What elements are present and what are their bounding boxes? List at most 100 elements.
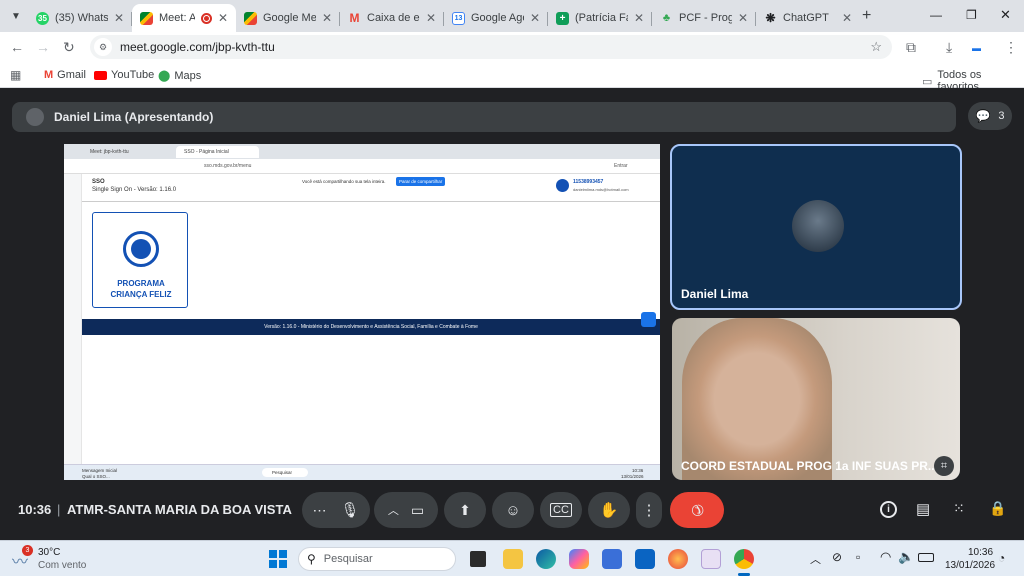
close-tab-icon[interactable]: ✕ bbox=[842, 11, 852, 25]
taskbar-date[interactable]: 13/01/2026 bbox=[945, 560, 995, 571]
gmail-icon: M bbox=[44, 69, 54, 81]
raise-hand-button[interactable]: ✋ bbox=[588, 492, 630, 528]
forward-arrow-icon[interactable]: → bbox=[36, 40, 50, 54]
tab-whatsapp[interactable]: 35 (35) WhatsA ✕ bbox=[28, 4, 132, 32]
tab-label: (35) WhatsA bbox=[55, 12, 108, 24]
downloads-icon[interactable]: ⤓ bbox=[946, 40, 952, 54]
apps-grid-icon[interactable]: ▦ bbox=[10, 68, 21, 82]
store-icon[interactable] bbox=[602, 549, 622, 569]
wifi-icon[interactable]: ◠ bbox=[880, 549, 891, 565]
chat-icon[interactable]: ▤ bbox=[916, 500, 930, 518]
new-tab-button[interactable]: + bbox=[862, 7, 871, 25]
url-text: meet.google.com/jbp-kvth-ttu bbox=[120, 40, 275, 54]
camera-icon[interactable]: ▭ bbox=[411, 502, 424, 519]
app-icon[interactable] bbox=[701, 549, 721, 569]
tab-label: Meet: AT bbox=[159, 12, 195, 24]
captions-icon: CC bbox=[550, 503, 572, 517]
tab-pcf[interactable]: ♣ PCF - Progra ✕ bbox=[652, 4, 756, 32]
close-tab-icon[interactable]: ✕ bbox=[634, 11, 644, 25]
reload-icon[interactable]: ↻ bbox=[63, 40, 75, 54]
participant-name: COORD ESTADUAL PROG 1a INF SUAS PR... bbox=[681, 459, 938, 473]
emoji-reactions-button[interactable]: ☺ bbox=[492, 492, 534, 528]
browser-tab-strip: ▼ 35 (35) WhatsA ✕ Meet: AT ✕ Google Mee… bbox=[0, 0, 1024, 32]
close-window-button[interactable]: ✕ bbox=[1000, 7, 1011, 23]
edge-icon[interactable] bbox=[536, 549, 556, 569]
captions-button[interactable]: CC bbox=[540, 492, 582, 528]
tab-calendar[interactable]: 13 Google Age ✕ bbox=[444, 4, 548, 32]
taskbar-search[interactable]: ⚲ Pesquisar bbox=[298, 547, 456, 571]
tab-google-meet[interactable]: Google Mee ✕ bbox=[236, 4, 340, 32]
gmail-icon: M bbox=[349, 11, 360, 25]
copilot-icon[interactable] bbox=[569, 549, 589, 569]
tab-chatgpt[interactable]: ❋ ChatGPT ✕ bbox=[756, 4, 860, 32]
mic-muted-icon[interactable]: ⊘ bbox=[832, 550, 842, 564]
participant-tile-daniel[interactable]: Daniel Lima bbox=[670, 144, 962, 310]
weather-widget[interactable]: 〰 3 30°C Com vento bbox=[12, 545, 122, 573]
taskbar-time[interactable]: 10:36 bbox=[968, 547, 993, 558]
close-tab-icon[interactable]: ✕ bbox=[530, 11, 540, 25]
notification-bell-icon[interactable]: ◔ bbox=[998, 551, 1005, 565]
present-screen-button[interactable]: ⬆ bbox=[444, 492, 486, 528]
volume-icon[interactable]: 🔈 bbox=[898, 549, 914, 565]
tab-gmail[interactable]: M Caixa de ent ✕ bbox=[340, 4, 444, 32]
participant-tile-coord[interactable]: COORD ESTADUAL PROG 1a INF SUAS PR... ⌗ bbox=[672, 318, 960, 480]
search-icon: ⚲ bbox=[307, 552, 316, 566]
tab-meet-active[interactable]: Meet: AT ✕ bbox=[132, 4, 236, 32]
shared-sidebar bbox=[64, 174, 82, 480]
profile-avatar-icon[interactable]: ▬ bbox=[972, 41, 981, 55]
bookmark-youtube[interactable]: YouTube bbox=[94, 69, 154, 81]
bookmark-maps[interactable]: ⬤ Maps bbox=[158, 69, 201, 83]
bookmark-gmail[interactable]: M Gmail bbox=[44, 69, 86, 81]
child-program-icon bbox=[123, 231, 159, 267]
chevron-up-icon[interactable]: ︿ bbox=[388, 502, 399, 518]
more-audio-options-icon[interactable]: ⋯ bbox=[312, 502, 326, 519]
more-vert-icon: ⋮ bbox=[641, 502, 657, 519]
presenter-label: Daniel Lima (Apresentando) bbox=[54, 110, 214, 124]
participant-name: Daniel Lima bbox=[681, 287, 749, 301]
outlook-icon[interactable] bbox=[635, 549, 655, 569]
back-arrow-icon[interactable]: ← bbox=[10, 40, 24, 54]
tab-sheets[interactable]: + (Patrícia Falc ✕ bbox=[548, 4, 652, 32]
emoji-icon: ☺ bbox=[505, 501, 521, 519]
leave-call-button[interactable]: ✆ bbox=[670, 492, 724, 528]
address-bar[interactable]: ⚙ meet.google.com/jbp-kvth-ttu ☆ bbox=[90, 35, 892, 59]
calendar-icon: 13 bbox=[452, 11, 465, 25]
close-tab-icon[interactable]: ✕ bbox=[218, 11, 228, 25]
shared-tab-sso: SSO - Página Inicial bbox=[176, 146, 259, 158]
battery-icon[interactable] bbox=[918, 553, 934, 562]
shared-tab-meet: Meet: jbp-kvth-ttu bbox=[90, 149, 129, 155]
camera-tray-icon[interactable]: ▫ bbox=[856, 550, 860, 564]
extensions-icon[interactable]: ⧉ bbox=[906, 40, 916, 54]
file-explorer-icon[interactable] bbox=[503, 549, 523, 569]
chrome-icon[interactable] bbox=[734, 549, 754, 569]
program-card: PROGRAMA CRIANÇA FELIZ bbox=[92, 212, 188, 308]
menu-kebab-icon[interactable]: ⋮ bbox=[1004, 40, 1018, 54]
chevron-up-icon[interactable]: ︿ bbox=[810, 551, 821, 567]
chat-people-icon: 💬 bbox=[975, 109, 991, 123]
meeting-details-icon[interactable]: i bbox=[880, 501, 897, 518]
site-info-icon[interactable]: ⚙ bbox=[94, 38, 112, 56]
tab-search-button[interactable]: ▼ bbox=[6, 6, 26, 26]
minimize-button[interactable]: — bbox=[930, 8, 942, 22]
start-windows-icon[interactable] bbox=[268, 549, 288, 569]
close-tab-icon[interactable]: ✕ bbox=[114, 11, 124, 25]
close-tab-icon[interactable]: ✕ bbox=[322, 11, 332, 25]
activities-icon[interactable]: ⁙ bbox=[953, 500, 965, 517]
host-controls-icon[interactable]: 🔒 bbox=[989, 500, 1006, 517]
end-call-icon: ✆ bbox=[686, 499, 708, 521]
sso-footer: Versão: 1.16.0 - Ministério do Desenvolv… bbox=[82, 319, 660, 335]
bookmark-star-icon[interactable]: ☆ bbox=[870, 39, 882, 55]
close-tab-icon[interactable]: ✕ bbox=[426, 11, 436, 25]
task-view-icon[interactable] bbox=[470, 551, 486, 567]
close-tab-icon[interactable]: ✕ bbox=[738, 11, 748, 25]
tab-label: Google Age bbox=[471, 12, 524, 24]
tab-label: ChatGPT bbox=[783, 12, 829, 24]
weather-badge: 3 bbox=[22, 545, 33, 556]
more-options-button[interactable]: ⋮ bbox=[636, 492, 662, 528]
microphone-icon[interactable]: 🎙 bbox=[340, 501, 359, 519]
maximize-button[interactable]: ❐ bbox=[966, 8, 977, 22]
firefox-icon[interactable] bbox=[668, 549, 688, 569]
pin-crop-icon[interactable]: ⌗ bbox=[934, 456, 954, 476]
recording-icon bbox=[200, 12, 212, 24]
people-count-button[interactable]: 💬 3 bbox=[968, 102, 1012, 130]
